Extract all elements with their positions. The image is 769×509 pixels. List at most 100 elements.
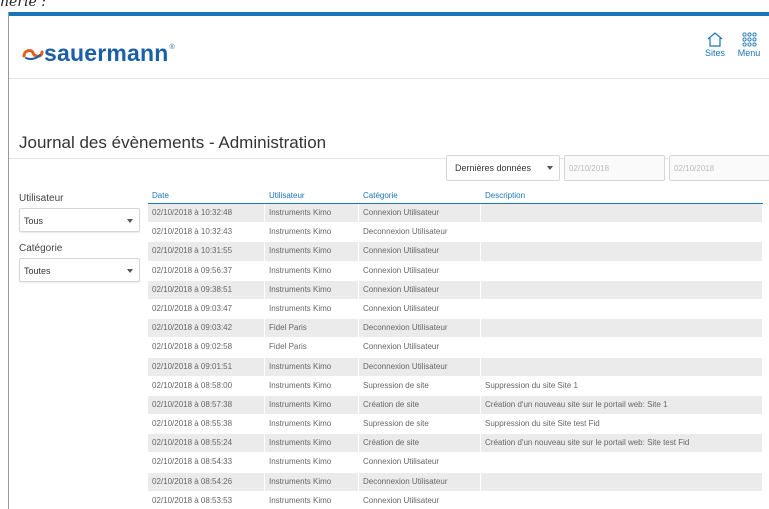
user-select[interactable]: Tous — [19, 208, 140, 232]
table-row[interactable]: 02/10/2018 à 10:32:48 Instruments Kimo Con… — [148, 204, 763, 224]
cell-user: Instruments Kimo — [265, 299, 359, 319]
cell-date: 02/10/2018 à 10:32:48 — [148, 204, 265, 223]
cell-description — [481, 280, 763, 299]
period-select[interactable]: Dernières données — [446, 155, 560, 181]
cell-description — [481, 472, 763, 491]
cell-description — [481, 261, 763, 280]
registered-mark: ® — [169, 44, 175, 51]
cell-category: Création de site — [359, 395, 481, 415]
cell-description — [481, 453, 763, 472]
cell-category: Connexion Utilisateur — [359, 338, 481, 357]
cell-user: Instruments Kimo — [265, 242, 359, 261]
cell-date: 02/10/2018 à 09:38:51 — [148, 280, 265, 299]
cell-description — [481, 223, 763, 242]
cell-category: Deconnexion Utilisateur — [359, 357, 481, 376]
cell-category: Connexion Utilisateur — [359, 491, 481, 509]
table-row[interactable]: 02/10/2018 à 08:58:00 Instruments Kimo Sup… — [148, 376, 763, 396]
table-row[interactable]: 02/10/2018 à 08:57:38 Instruments Kimo Cré… — [148, 395, 763, 416]
grid-menu-icon — [741, 32, 757, 47]
chevron-down-icon — [547, 166, 553, 170]
cell-date: 02/10/2018 à 08:55:38 — [148, 415, 265, 434]
table-row[interactable]: 02/10/2018 à 08:55:24 Instruments Kimo Cré… — [148, 434, 763, 454]
home-icon — [707, 32, 723, 47]
chevron-down-icon — [127, 219, 133, 223]
cell-user: Instruments Kimo — [265, 261, 359, 280]
cell-description: Suppression du site Site 1 — [481, 376, 763, 395]
cell-user: Fidel Paris — [265, 319, 359, 338]
table-body: 02/10/2018 à 10:32:48 Instruments Kimo Con… — [148, 204, 763, 509]
cell-date: 02/10/2018 à 10:31:55 — [148, 242, 265, 261]
app-header: sauermann ® Sites Menu — [9, 16, 769, 79]
cell-category: Supression de site — [359, 415, 481, 434]
events-table: Date Utilisateur Catégorie Description 0… — [148, 187, 763, 509]
cell-category: Deconnexion Utilisateur — [359, 319, 481, 338]
cell-user: Instruments Kimo — [265, 434, 359, 453]
cell-date: 02/10/2018 à 09:01:51 — [148, 357, 265, 376]
column-header-user[interactable]: Utilisateur — [265, 187, 359, 203]
column-header-date[interactable]: Date — [148, 187, 265, 203]
category-select-value: Toutes — [24, 266, 51, 276]
sites-button[interactable]: Sites — [697, 32, 733, 58]
table-row[interactable]: 02/10/2018 à 10:31:55 Instruments Kimo Con… — [148, 242, 763, 262]
column-header-category[interactable]: Catégorie — [359, 187, 481, 203]
cell-description — [481, 338, 763, 357]
cell-user: Instruments Kimo — [265, 223, 359, 242]
column-header-description[interactable]: Description — [481, 187, 763, 203]
user-filter-label: Utilisateur — [19, 193, 64, 204]
cell-category: Connexion Utilisateur — [359, 299, 481, 319]
date-from-input[interactable]: 02/10/2018 — [564, 155, 665, 181]
cell-user: Instruments Kimo — [265, 204, 359, 223]
date-to-input[interactable]: 02/10/2018 — [669, 155, 769, 181]
cell-description — [481, 491, 763, 509]
cell-description — [481, 357, 763, 376]
table-row[interactable]: 02/10/2018 à 09:01:51 Instruments Kimo Dec… — [148, 357, 763, 377]
table-row[interactable]: 02/10/2018 à 08:54:26 Instruments Kimo Dec… — [148, 472, 763, 492]
cell-date: 02/10/2018 à 08:55:24 — [148, 434, 265, 453]
cell-user: Instruments Kimo — [265, 472, 359, 491]
cell-user: Instruments Kimo — [265, 280, 359, 299]
cell-date: 02/10/2018 à 10:32:43 — [148, 223, 265, 242]
cell-category: Création de site — [359, 434, 481, 453]
cell-user: Instruments Kimo — [265, 395, 359, 415]
sauermann-logo[interactable]: sauermann ® — [22, 40, 175, 67]
table-row[interactable]: 02/10/2018 à 08:55:38 Instruments Kimo Sup… — [148, 415, 763, 435]
cell-date: 02/10/2018 à 08:53:53 — [148, 491, 265, 509]
cell-description — [481, 204, 763, 223]
cell-description: Création d'un nouveau site sur le portai… — [481, 395, 763, 415]
cell-user: Instruments Kimo — [265, 415, 359, 434]
cell-description — [481, 299, 763, 319]
sites-label: Sites — [704, 48, 725, 58]
cell-category: Deconnexion Utilisateur — [359, 223, 481, 242]
sauermann-logo-mark-icon — [22, 48, 44, 60]
table-row[interactable]: 02/10/2018 à 09:38:51 Instruments Kimo Con… — [148, 280, 763, 300]
cell-description — [481, 319, 763, 338]
chevron-down-icon — [127, 269, 133, 273]
cell-category: Deconnexion Utilisateur — [359, 472, 481, 491]
table-header: Date Utilisateur Catégorie Description — [148, 187, 763, 204]
user-select-value: Tous — [24, 216, 44, 226]
cell-date: 02/10/2018 à 09:02:58 — [148, 338, 265, 357]
table-row[interactable]: 02/10/2018 à 09:56:37 Instruments Kimo Con… — [148, 261, 763, 281]
cell-date: 02/10/2018 à 08:54:33 — [148, 453, 265, 472]
table-row[interactable]: 02/10/2018 à 08:53:53 Instruments Kimo Con… — [148, 491, 763, 509]
menu-button[interactable]: Menu — [731, 32, 767, 58]
table-row[interactable]: 02/10/2018 à 09:03:47 Instruments Kimo Con… — [148, 299, 763, 320]
table-row[interactable]: 02/10/2018 à 09:02:58 Fidel Paris Connexio… — [148, 338, 763, 358]
page-title: Journal des évènements - Administration — [19, 133, 327, 152]
cell-description — [481, 242, 763, 261]
table-row[interactable]: 02/10/2018 à 08:54:33 Instruments Kimo Con… — [148, 453, 763, 473]
table-row[interactable]: 02/10/2018 à 10:32:43 Instruments Kimo Dec… — [148, 223, 763, 243]
cell-category: Connexion Utilisateur — [359, 242, 481, 261]
period-select-value: Dernières données — [455, 163, 532, 173]
category-select[interactable]: Toutes — [19, 258, 140, 282]
cell-description: Création d'un nouveau site sur le portai… — [481, 434, 763, 453]
cell-date: 02/10/2018 à 08:54:26 — [148, 472, 265, 491]
cell-user: Instruments Kimo — [265, 376, 359, 395]
cell-user: Fidel Paris — [265, 338, 359, 357]
cell-date: 02/10/2018 à 08:57:38 — [148, 395, 265, 415]
cell-description: Suppression du site Site test Fid — [481, 415, 763, 434]
cell-user: Instruments Kimo — [265, 453, 359, 472]
table-row[interactable]: 02/10/2018 à 09:03:42 Fidel Paris Deconnex… — [148, 319, 763, 339]
cell-category: Connexion Utilisateur — [359, 280, 481, 299]
cell-date: 02/10/2018 à 09:56:37 — [148, 261, 265, 280]
